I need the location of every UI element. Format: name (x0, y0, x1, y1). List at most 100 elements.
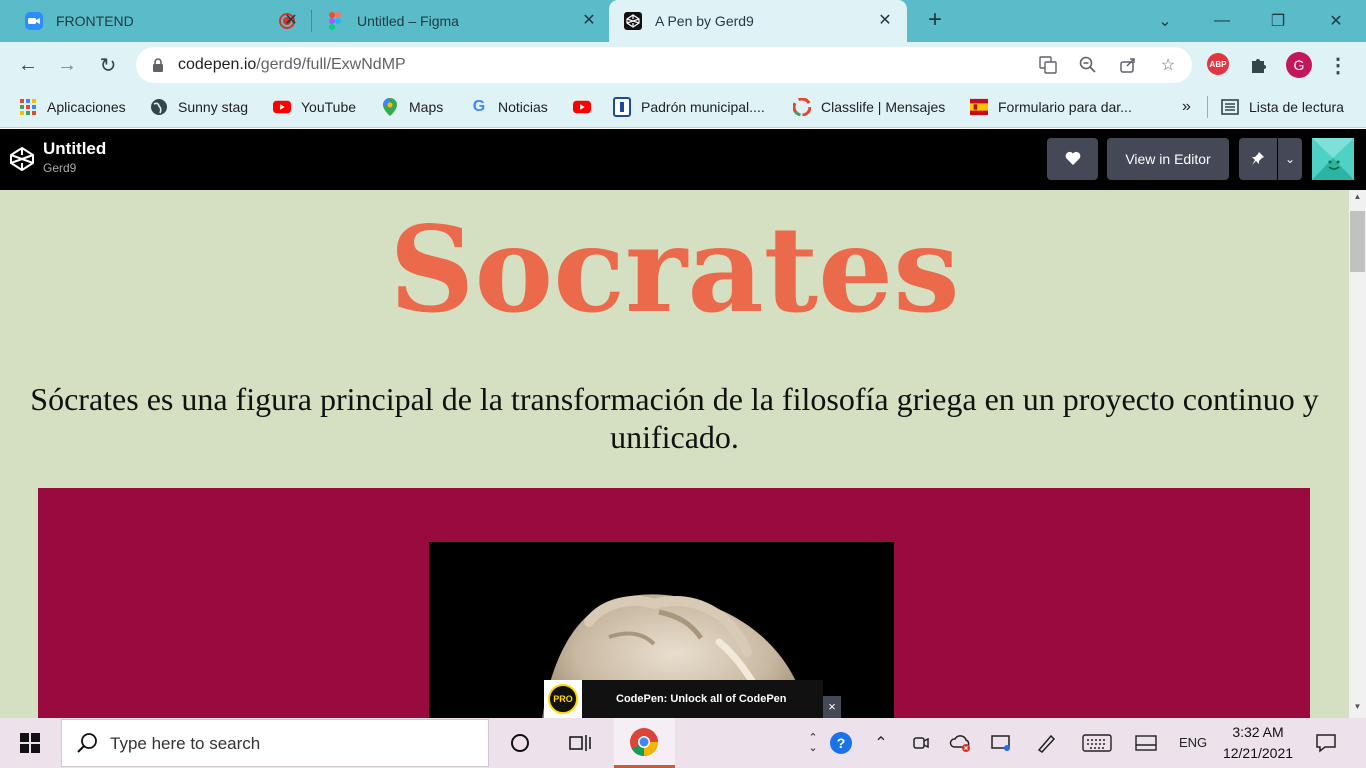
zoom-out-icon[interactable] (1078, 55, 1098, 75)
close-tab-icon[interactable]: ✕ (579, 11, 599, 31)
adblock-plus-icon[interactable]: ABP (1207, 53, 1229, 75)
reload-icon[interactable]: ↻ (94, 51, 122, 79)
bookmark-label: Maps (409, 99, 444, 115)
pro-badge-label: PRO (548, 684, 578, 714)
scroll-down-arrow-icon[interactable]: ▼ (1351, 702, 1364, 714)
notifications-icon[interactable] (1313, 730, 1339, 756)
menu-kebab-icon[interactable]: ⋮ (1326, 53, 1350, 77)
tray-scroll-icon[interactable]: ⌃ ⌄ (800, 730, 826, 756)
help-icon[interactable]: ? (828, 730, 854, 756)
figma-icon (325, 11, 345, 31)
bookmark-label: Aplicaciones (47, 99, 126, 115)
page-title: Socrates (389, 200, 960, 339)
pin-dropdown-chevron-icon[interactable]: ⌄ (1278, 138, 1302, 180)
input-language[interactable]: ENG (1179, 735, 1207, 750)
bookmark-label: Noticias (498, 99, 548, 115)
extensions-puzzle-icon[interactable] (1247, 53, 1271, 77)
maps-pin-icon (381, 98, 399, 116)
close-window-icon[interactable]: ✕ (1316, 0, 1356, 42)
url-host: codepen.io (178, 56, 257, 73)
reading-list-label: Lista de lectura (1249, 99, 1344, 115)
codepen-pro-promo[interactable]: PRO CodePen: Unlock all of CodePen (544, 680, 823, 718)
back-icon[interactable]: ← (14, 51, 42, 79)
bookmark-label: Sunny stag (178, 99, 249, 115)
display-icon[interactable] (988, 730, 1014, 756)
codepen-header: Untitled Gerd9 View in Editor ⌄ (0, 129, 1366, 190)
bookmark-youtube-2[interactable] (573, 96, 601, 118)
chrome-icon (630, 728, 658, 756)
scroll-up-arrow-icon[interactable]: ▲ (1351, 192, 1364, 204)
promo-close-button[interactable]: × (823, 696, 841, 718)
bookmarks-overflow-button[interactable]: » (1182, 96, 1191, 118)
taskbar-search-box[interactable]: Type here to search (61, 719, 489, 767)
url-text: codepen.io/gerd9/full/ExwNdMP (178, 56, 406, 74)
windows-start-icon[interactable] (10, 730, 50, 756)
bookmark-maps[interactable]: Maps (381, 96, 443, 118)
tab-title: FRONTEND (56, 13, 134, 29)
tab-search-icon[interactable]: ⌄ (1145, 0, 1185, 42)
zoom-icon (24, 11, 44, 31)
windows-taskbar: Type here to search ⌃ ⌄ ? ⌃ ENG 3:32 AM … (0, 718, 1366, 768)
youtube-icon (573, 98, 591, 116)
forward-icon[interactable]: → (53, 51, 81, 79)
user-avatar[interactable] (1312, 138, 1354, 180)
new-tab-button[interactable]: + (921, 7, 949, 35)
minimize-icon[interactable]: — (1202, 0, 1242, 42)
clock-time: 3:32 AM (1232, 724, 1284, 740)
bookmark-padron[interactable]: Padrón municipal.... (613, 96, 765, 118)
like-button[interactable] (1047, 138, 1098, 180)
bookmark-label: Classlife | Mensajes (821, 99, 946, 115)
promo-text: CodePen: Unlock all of CodePen (616, 693, 787, 705)
translate-icon[interactable] (1038, 55, 1058, 75)
bookmarks-divider (1207, 96, 1208, 118)
cortana-icon[interactable] (507, 730, 533, 756)
tab-title: A Pen by Gerd9 (655, 13, 754, 29)
codepen-icon (623, 11, 643, 31)
svg-text:?: ? (837, 735, 846, 751)
url-path: /gerd9/full/ExwNdMP (256, 56, 406, 73)
bookmark-sunny-stag[interactable]: Sunny stag (150, 96, 248, 118)
pen-author[interactable]: Gerd9 (43, 161, 76, 175)
tab-codepen-active[interactable]: A Pen by Gerd9 ✕ (609, 0, 907, 42)
taskbar-clock[interactable]: 3:32 AM 12/21/2021 (1214, 722, 1302, 764)
tab-title: Untitled – Figma (357, 13, 459, 29)
restore-icon[interactable]: ❐ (1258, 0, 1298, 42)
lock-icon (153, 58, 163, 72)
bookmark-star-icon[interactable]: ☆ (1158, 55, 1178, 75)
reading-list-button[interactable]: Lista de lectura (1221, 96, 1344, 118)
onedrive-error-icon[interactable] (948, 730, 974, 756)
address-bar[interactable]: codepen.io/gerd9/full/ExwNdMP ☆ (136, 47, 1192, 83)
close-tab-icon[interactable]: ✕ (281, 11, 301, 31)
tab-strip: FRONTEND ✕ Untitled – Figma ✕ A Pen by G… (0, 0, 1366, 42)
bookmark-youtube[interactable]: YouTube (273, 96, 356, 118)
pen-workspace-icon[interactable] (1033, 730, 1059, 756)
view-in-editor-button[interactable]: View in Editor (1107, 138, 1229, 180)
touch-keyboard-icon[interactable] (1081, 730, 1113, 756)
bookmark-label: Formulario para dar... (998, 99, 1132, 115)
clock-date: 12/21/2021 (1222, 745, 1294, 761)
browser-toolbar: ← → ↻ codepen.io/gerd9/full/ExwNdMP ☆ AB… (0, 42, 1366, 88)
taskbar-chrome-button[interactable] (614, 718, 675, 768)
codepen-logo-icon[interactable] (8, 145, 36, 173)
pen-title: Untitled (43, 139, 107, 158)
close-tab-icon[interactable]: ✕ (875, 11, 895, 31)
google-icon: G (472, 98, 486, 115)
apps-grid-icon (19, 98, 37, 116)
search-icon (77, 733, 97, 753)
tablet-mode-icon[interactable] (1133, 730, 1159, 756)
bookmark-formulario[interactable]: Formulario para dar... (970, 96, 1132, 118)
bookmark-aplicaciones[interactable]: Aplicaciones (19, 96, 126, 118)
tab-figma[interactable]: Untitled – Figma ✕ (325, 0, 607, 42)
tab-frontend[interactable]: FRONTEND ✕ (24, 0, 309, 42)
share-icon[interactable] (1118, 55, 1138, 75)
search-placeholder: Type here to search (110, 734, 261, 753)
scrollbar-thumb[interactable] (1350, 211, 1365, 272)
bookmark-classlife[interactable]: Classlife | Mensajes (793, 96, 945, 118)
meet-now-icon[interactable] (908, 730, 934, 756)
task-view-icon[interactable] (567, 730, 593, 756)
globe-icon (150, 98, 168, 116)
profile-avatar[interactable]: G (1286, 52, 1312, 78)
bookmark-noticias[interactable]: G Noticias (470, 96, 548, 118)
tray-overflow-chevron-icon[interactable]: ⌃ (868, 730, 894, 756)
pin-button[interactable] (1239, 138, 1277, 180)
